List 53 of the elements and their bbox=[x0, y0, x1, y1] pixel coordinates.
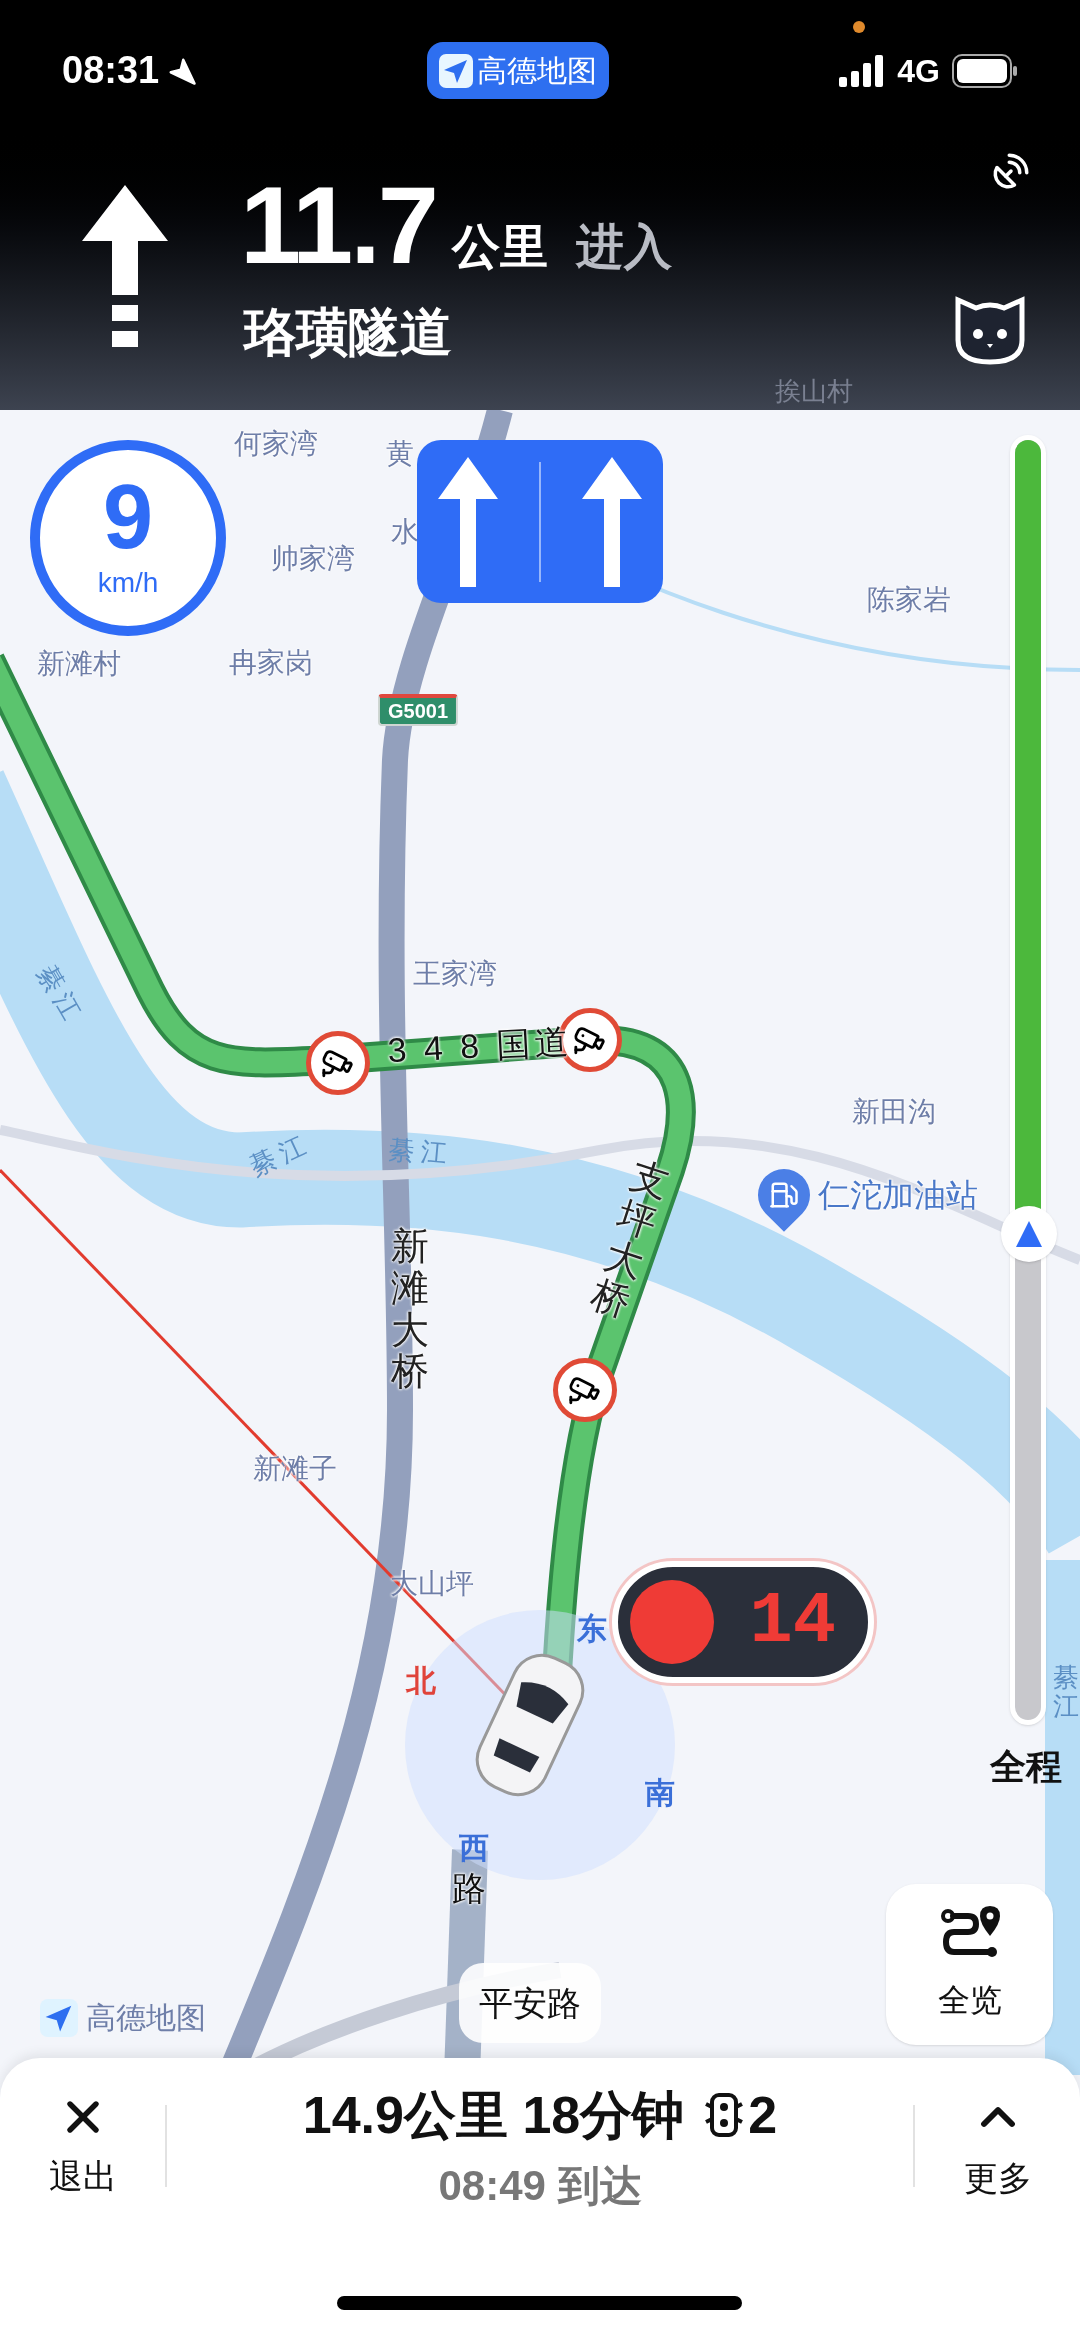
provider-name: 高德地图 bbox=[86, 2000, 206, 2036]
poi-label[interactable]: 仁沱加油站 bbox=[818, 1171, 978, 1219]
compass-label: 西 bbox=[459, 1829, 489, 1866]
traffic-light-icon bbox=[704, 2091, 745, 2138]
battery-icon bbox=[952, 53, 1018, 88]
app-pill[interactable]: 高德地图 bbox=[427, 42, 610, 99]
next-road-name: 珞璜隧道 bbox=[244, 302, 452, 363]
provider-logo-icon bbox=[40, 1998, 78, 2037]
signal-icon bbox=[839, 54, 886, 87]
speed-unit: km/h bbox=[97, 566, 159, 600]
map-label: 挨山村 bbox=[775, 375, 853, 408]
current-road-pill: 平安路 bbox=[459, 1963, 601, 2043]
distance-value: 11.7 bbox=[240, 170, 437, 280]
trip-summary: 14.9公里 18分钟 bbox=[302, 2084, 685, 2146]
action-text: 进入 bbox=[576, 219, 673, 275]
place-label: 黄 bbox=[386, 437, 414, 471]
river-label: 綦江 bbox=[243, 1126, 317, 1184]
river-label: 綦江 bbox=[387, 1132, 455, 1172]
countdown-number: 14 bbox=[749, 1580, 836, 1665]
straight-arrow-icon bbox=[582, 456, 643, 587]
paper-plane-logo-icon bbox=[439, 53, 474, 88]
overview-button[interactable]: 全览 bbox=[886, 1884, 1053, 2045]
compass-label: 南 bbox=[645, 1774, 675, 1811]
app-name: 高德地图 bbox=[477, 53, 598, 89]
speed-camera-icon bbox=[553, 1358, 617, 1422]
signal-lamp-icon bbox=[630, 1580, 714, 1664]
river-label: 綦江 bbox=[30, 958, 91, 1032]
network-type: 4G bbox=[897, 51, 940, 91]
compass-label: 东 bbox=[577, 1610, 607, 1647]
highway-shield: G5001 bbox=[377, 694, 459, 726]
more-button[interactable]: 更多 bbox=[915, 2088, 1080, 2204]
road-label: 支坪大桥 bbox=[586, 1154, 674, 1326]
exit-button[interactable]: 退出 bbox=[0, 2090, 165, 2202]
place-label: 水 bbox=[391, 515, 419, 549]
road-label: 3 4 8 国道 bbox=[386, 1020, 574, 1072]
speed-camera-icon bbox=[306, 1031, 370, 1095]
traffic-light-count: 2 bbox=[748, 2084, 778, 2146]
road-label: 路 bbox=[452, 1867, 490, 1909]
place-label: 王家湾 bbox=[413, 957, 497, 991]
place-label: 陈家岩 bbox=[867, 583, 951, 617]
distance-unit: 公里 bbox=[452, 219, 549, 275]
place-label: 新田沟 bbox=[852, 1095, 936, 1129]
arrival-time: 08:49 到达 bbox=[438, 2160, 642, 2211]
river-label: 綦江 bbox=[1053, 1663, 1079, 1721]
place-label: 何家湾 bbox=[234, 427, 318, 461]
place-label: 冉家岗 bbox=[229, 646, 313, 680]
straight-arrow-icon bbox=[437, 456, 498, 587]
place-label: 新滩村 bbox=[37, 647, 121, 681]
place-label: 帅家湾 bbox=[271, 542, 355, 576]
progress-label: 全程 bbox=[990, 1745, 1062, 1789]
compass-label: 北 bbox=[406, 1662, 436, 1699]
speed-value: 9 bbox=[102, 472, 154, 562]
status-time: 08:31 bbox=[62, 48, 160, 93]
